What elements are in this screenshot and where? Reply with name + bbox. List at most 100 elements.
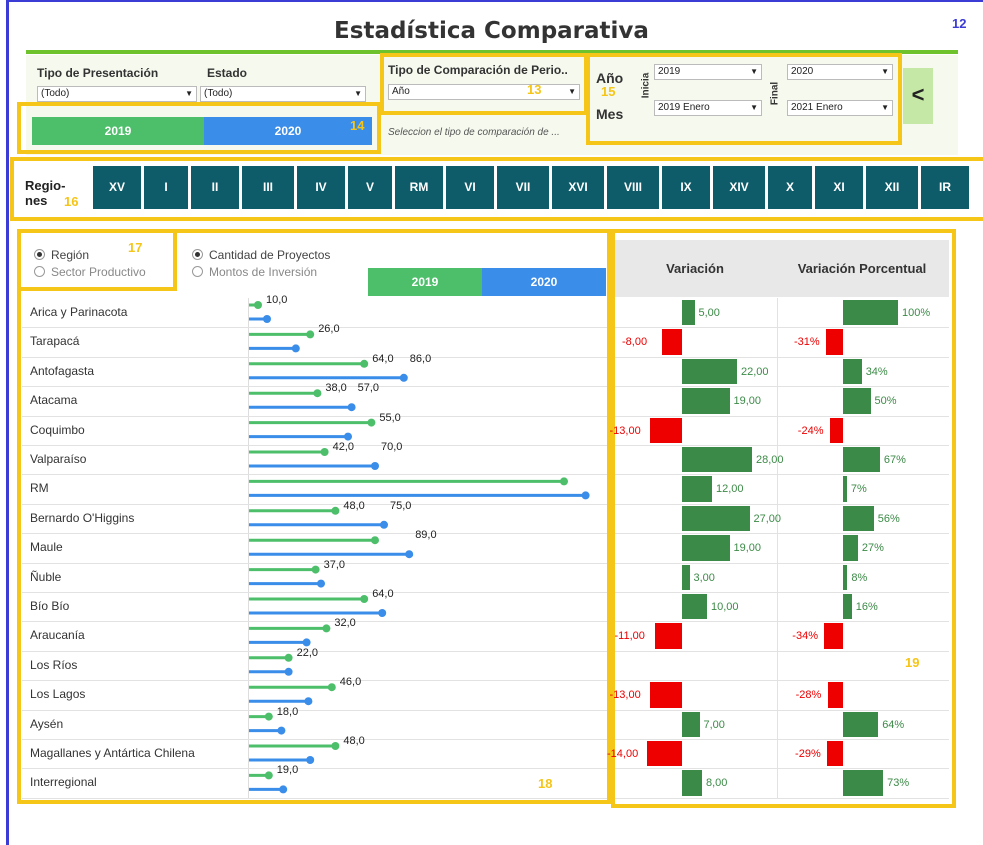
variacion-bar (682, 594, 707, 620)
variacion-pct-bar (829, 417, 843, 443)
table-row-divider (615, 327, 949, 329)
series-2019-point[interactable] (560, 477, 568, 486)
row-divider (22, 621, 607, 623)
variacion-pct-bar (843, 505, 874, 532)
variacion-value: 28,00 (756, 454, 784, 466)
row-divider (22, 503, 607, 505)
data-label: 57,0 (357, 382, 380, 395)
series-2020-point[interactable] (378, 609, 387, 617)
data-label: 26,0 (318, 323, 340, 336)
series-2020-point[interactable] (304, 697, 313, 706)
row-label: RM (30, 481, 49, 496)
variacion-pct-bar (843, 476, 847, 502)
table-row-divider (615, 415, 949, 417)
series-2019-point[interactable] (306, 330, 315, 339)
table-divider (777, 298, 778, 798)
series-2019-point[interactable] (360, 595, 369, 603)
series-2019-point[interactable] (360, 359, 369, 368)
data-label: 38,0 (325, 382, 347, 395)
table-row-divider (615, 768, 949, 770)
table-row-divider (615, 709, 949, 711)
variacion-value: -8,00 (622, 336, 648, 349)
row-divider (22, 739, 607, 740)
series-2020-point[interactable] (344, 432, 352, 441)
row-divider (22, 797, 607, 799)
series-2020-point[interactable] (306, 756, 315, 764)
variacion-bar (682, 388, 730, 414)
series-2020-point[interactable] (302, 638, 311, 647)
variacion-pct-value: 73% (887, 777, 910, 790)
series-2020-point[interactable] (284, 667, 293, 676)
variacion-bar (682, 358, 737, 385)
series-2019-point[interactable] (320, 448, 329, 456)
variacion-value: -13,00 (609, 424, 641, 437)
series-2020-point[interactable] (347, 403, 356, 412)
variacion-pct-bar (824, 623, 843, 649)
table-row-divider (615, 650, 949, 652)
variacion-pct-bar (843, 770, 884, 796)
variacion-bar (682, 300, 695, 326)
variacion-bar (682, 447, 752, 473)
series-2019-point[interactable] (264, 771, 273, 780)
variacion-pct-bar (843, 388, 871, 414)
row-divider (22, 680, 607, 682)
table-row-divider (615, 562, 949, 564)
row-label: Atacama (30, 393, 78, 408)
variacion-pct-bar (827, 741, 843, 767)
series-2020-point[interactable] (291, 344, 300, 353)
row-divider (22, 533, 607, 535)
series-2020-point[interactable] (371, 462, 379, 470)
series-2020-point[interactable] (277, 726, 286, 735)
series-2019-point[interactable] (311, 565, 320, 574)
series-2019-point[interactable] (371, 536, 379, 545)
series-2019-point[interactable] (254, 301, 262, 309)
variacion-bar (682, 564, 690, 590)
series-2019-point[interactable] (331, 742, 340, 750)
series-2019-point[interactable] (264, 712, 273, 721)
series-2019-point[interactable] (367, 418, 376, 427)
variacion-pct-value: -29% (795, 748, 821, 760)
variacion-value: 19,00 (733, 395, 762, 408)
variacion-bar (682, 535, 730, 561)
variacion-pct-value: 27% (861, 542, 884, 555)
row-label: Bernardo O'Higgins (30, 510, 135, 525)
table-row-divider (615, 680, 949, 682)
series-2020-point[interactable] (399, 373, 408, 382)
series-2019-point[interactable] (322, 624, 331, 633)
series-2020-point[interactable] (380, 520, 388, 529)
data-label: 32,0 (334, 617, 356, 630)
series-2019-point[interactable] (327, 683, 336, 692)
row-divider (22, 562, 607, 564)
data-label: 64,0 (372, 588, 394, 600)
variacion-value: 3,00 (693, 571, 715, 584)
series-2019-point[interactable] (284, 653, 293, 662)
variacion-pct-value: 67% (883, 454, 906, 466)
series-2019-point[interactable] (313, 389, 322, 398)
variacion-value: 19,00 (733, 542, 762, 555)
variacion-pct-value: -31% (793, 336, 820, 349)
variacion-value: 27,00 (753, 512, 782, 525)
data-label: 89,0 (415, 529, 437, 542)
series-2020-point[interactable] (263, 315, 271, 323)
row-divider (22, 356, 607, 358)
series-2019-point[interactable] (331, 506, 340, 515)
series-2020-point[interactable] (317, 579, 325, 588)
series-2020-point[interactable] (581, 491, 590, 500)
data-label: 10,0 (266, 294, 288, 306)
variacion-value: 7,00 (703, 718, 725, 731)
row-label: Arica y Parinacota (30, 305, 128, 319)
data-label: 64,0 (372, 352, 394, 365)
table-row-divider (615, 533, 949, 535)
row-divider (22, 709, 607, 711)
variacion-bar (654, 623, 682, 649)
data-label: 18,0 (276, 705, 299, 718)
variacion-value: 5,00 (698, 307, 720, 319)
series-2020-point[interactable] (279, 785, 288, 794)
annotation-19: 19 (905, 655, 920, 670)
row-divider (22, 415, 607, 417)
row-divider (22, 592, 607, 593)
series-2020-point[interactable] (405, 550, 414, 559)
variacion-value: 12,00 (716, 483, 744, 496)
table-row-divider (615, 356, 949, 358)
variacion-pct-value: 56% (877, 512, 900, 525)
